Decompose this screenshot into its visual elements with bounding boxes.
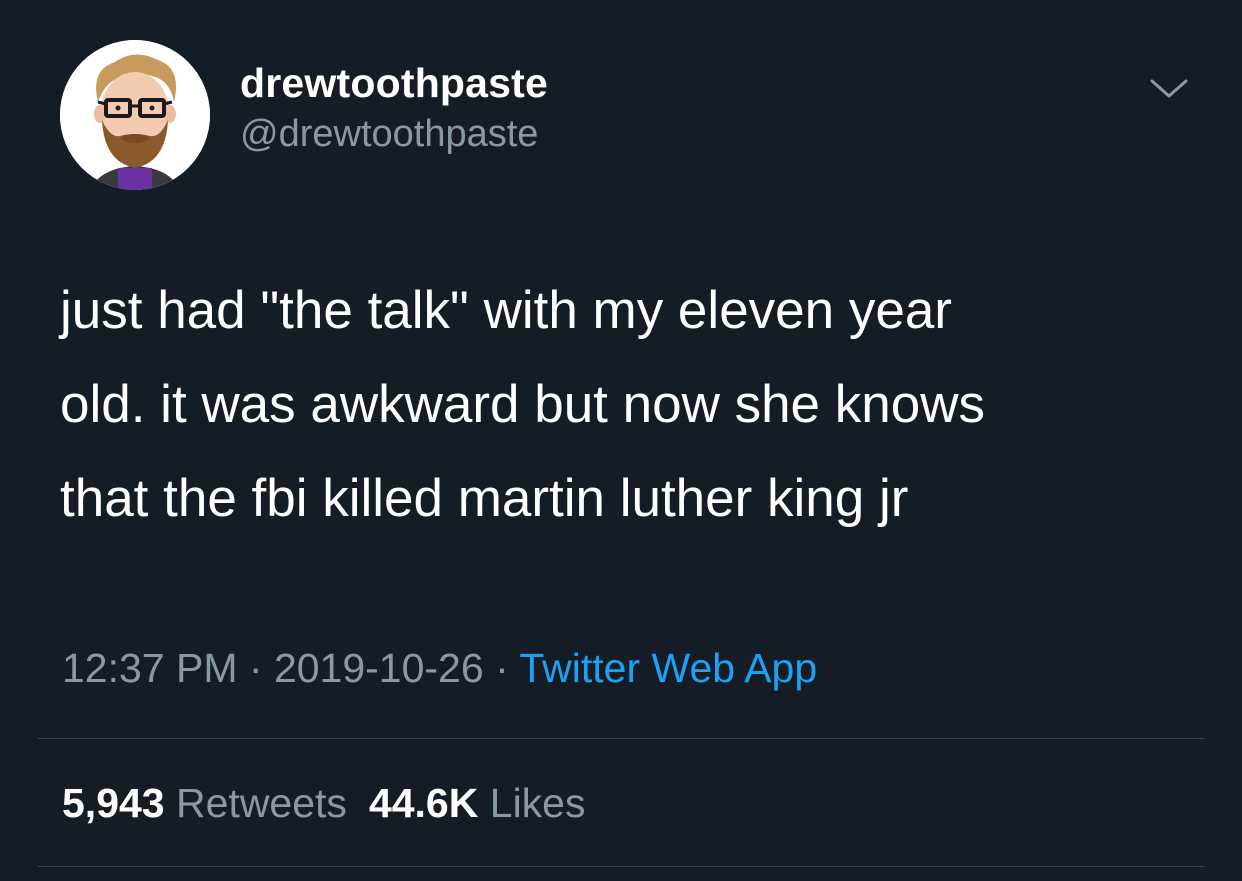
chevron-down-icon (1150, 79, 1188, 98)
retweets-label: Retweets (176, 780, 347, 826)
tweet-text: just had "the talk" with my eleven year … (60, 264, 1200, 546)
tweet-source-link[interactable]: Twitter Web App (519, 645, 817, 691)
tweet-menu-button[interactable] (1148, 76, 1190, 102)
tweet-meta: 12:37 PM · 2019-10-26 · Twitter Web App (62, 645, 817, 692)
avatar[interactable] (60, 40, 210, 190)
tweet-text-line: that the fbi killed martin luther king j… (60, 469, 909, 528)
meta-separator: · (237, 645, 274, 691)
meta-separator: · (483, 645, 520, 691)
likes-label: Likes (489, 780, 586, 826)
divider (38, 866, 1204, 867)
retweets-count: 5,943 (62, 780, 165, 826)
divider (38, 738, 1204, 739)
retweets-stat[interactable]: 5,943 Retweets (62, 780, 347, 826)
likes-stat[interactable]: 44.6K Likes (369, 780, 586, 826)
tweet-text-line: just had "the talk" with my eleven year (60, 281, 952, 340)
tweet-stats: 5,943 Retweets 44.6K Likes (62, 780, 585, 827)
author-handle[interactable]: @drewtoothpaste (240, 113, 538, 156)
tweet-text-line: old. it was awkward but now she knows (60, 375, 985, 434)
author-display-name[interactable]: drewtoothpaste (240, 60, 548, 107)
bearded-man-avatar-icon (60, 40, 210, 190)
tweet-date[interactable]: 2019-10-26 (274, 645, 484, 691)
tweet-time[interactable]: 12:37 PM (62, 645, 238, 691)
likes-count: 44.6K (368, 780, 479, 826)
